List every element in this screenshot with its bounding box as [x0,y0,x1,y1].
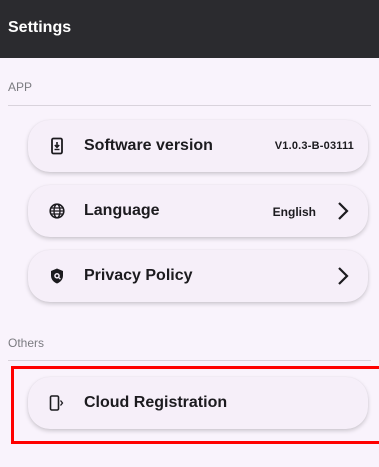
software-version-label: Software version [84,137,213,154]
shield-icon [48,267,66,285]
page-title: Settings [8,19,72,36]
privacy-policy-item[interactable]: Privacy Policy [28,250,368,302]
language-value: English [272,205,316,219]
privacy-policy-label: Privacy Policy [84,267,193,284]
section-label-app: APP [8,80,33,94]
cloud-registration-item[interactable]: Cloud Registration [28,377,368,429]
software-version-item[interactable]: Software version V1.0.3-B-03111 [28,120,368,172]
software-version-value: V1.0.3-B-03111 [274,140,354,152]
globe-icon [48,202,66,220]
section-divider-others [8,360,371,361]
language-label: Language [84,202,160,219]
phone-download-icon [48,137,66,155]
language-item[interactable]: Language English [28,185,368,237]
cloud-registration-label: Cloud Registration [84,394,228,411]
section-divider-app [8,105,371,106]
app-header: Settings [0,0,379,58]
chevron-right-icon [336,201,350,221]
device-connect-icon [48,394,66,412]
chevron-right-icon [336,266,350,286]
section-label-others: Others [8,336,45,350]
